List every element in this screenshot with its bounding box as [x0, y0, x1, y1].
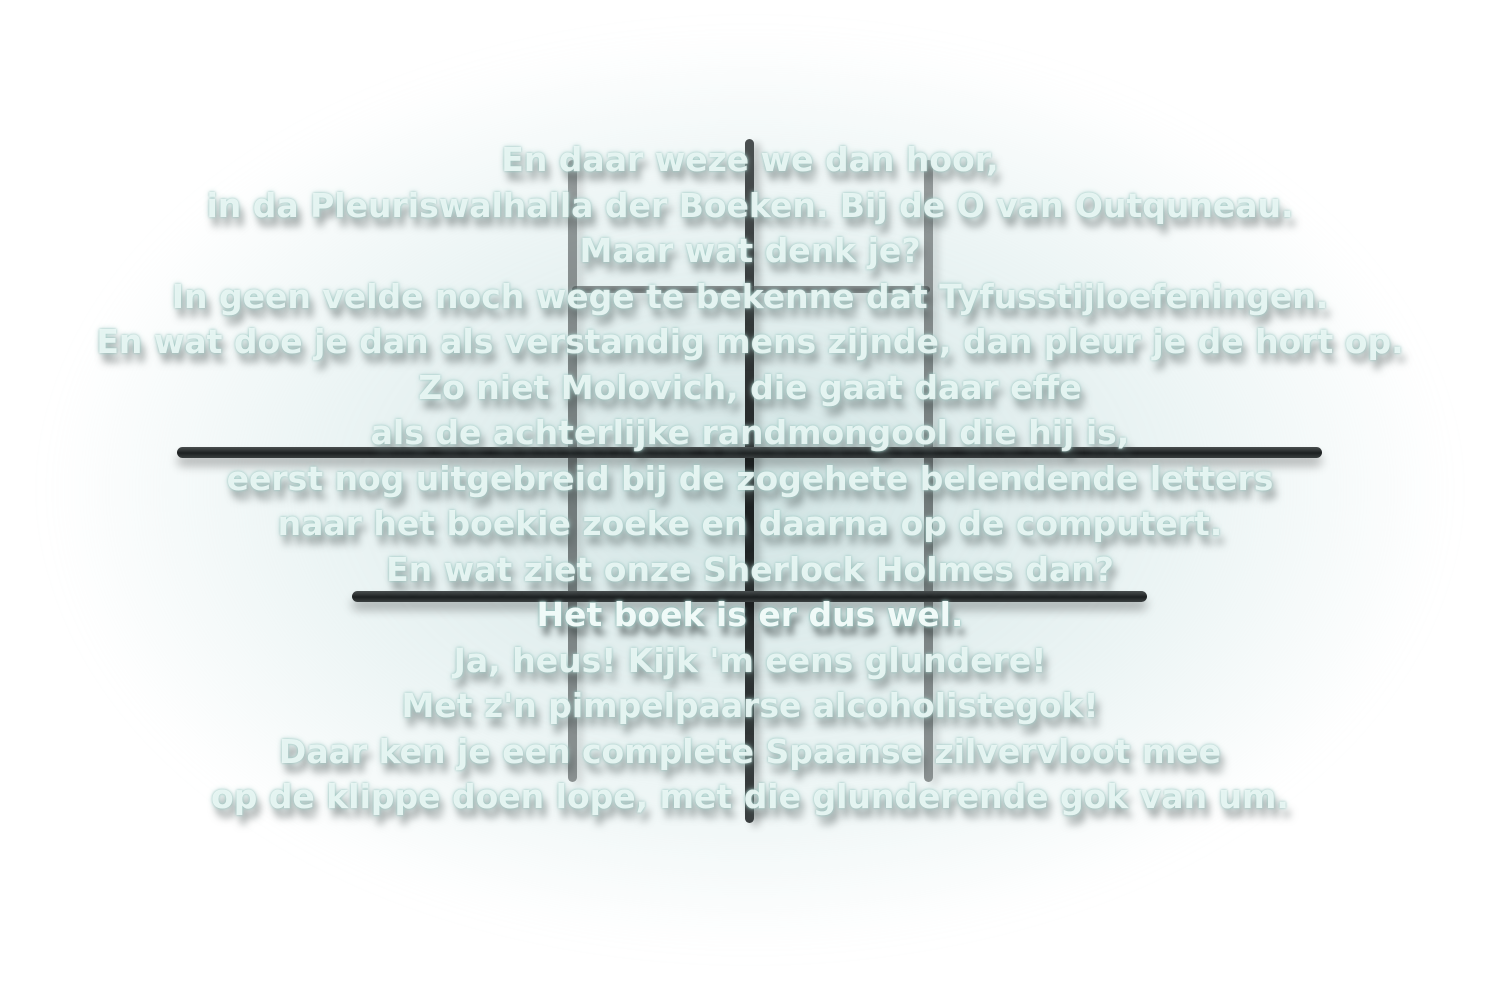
poem-line: op de klippe doen lope, met die glundere…	[211, 777, 1289, 816]
poem-line: Maar wat denk je?	[579, 231, 921, 270]
poem-line: Ja, heus! Kijk 'm eens glundere!	[453, 640, 1047, 680]
poem-line: naar het boekie zoeke en daarna op de co…	[277, 504, 1223, 543]
poem-line: In geen velde noch wege te bekenne dat T…	[171, 276, 1329, 316]
poem-line: En wat ziet onze Sherlock Holmes dan?	[386, 549, 1114, 589]
poem-line: Het boek is er dus wel.	[536, 595, 964, 634]
poem-line: Zo niet Molovich, die gaat daar effe	[418, 367, 1082, 407]
poem-text: En daar weze we dan hoor, in da Pleurisw…	[0, 137, 1500, 820]
poem-line: Daar ken je een complete Spaanse zilverv…	[278, 731, 1222, 771]
poem-line: Met z'n pimpelpaarse alcoholistegok!	[401, 686, 1099, 725]
poem-line: eerst nog uitgebreid bij de zogehete bel…	[226, 458, 1274, 498]
poem-line: in da Pleuriswalhalla der Boeken. Bij de…	[206, 185, 1294, 225]
poem-line: En wat doe je dan als verstandig mens zi…	[96, 322, 1404, 361]
poem-line: En daar weze we dan hoor,	[501, 140, 999, 179]
poem-line: als de achterlijke randmongool die hij i…	[370, 413, 1130, 452]
